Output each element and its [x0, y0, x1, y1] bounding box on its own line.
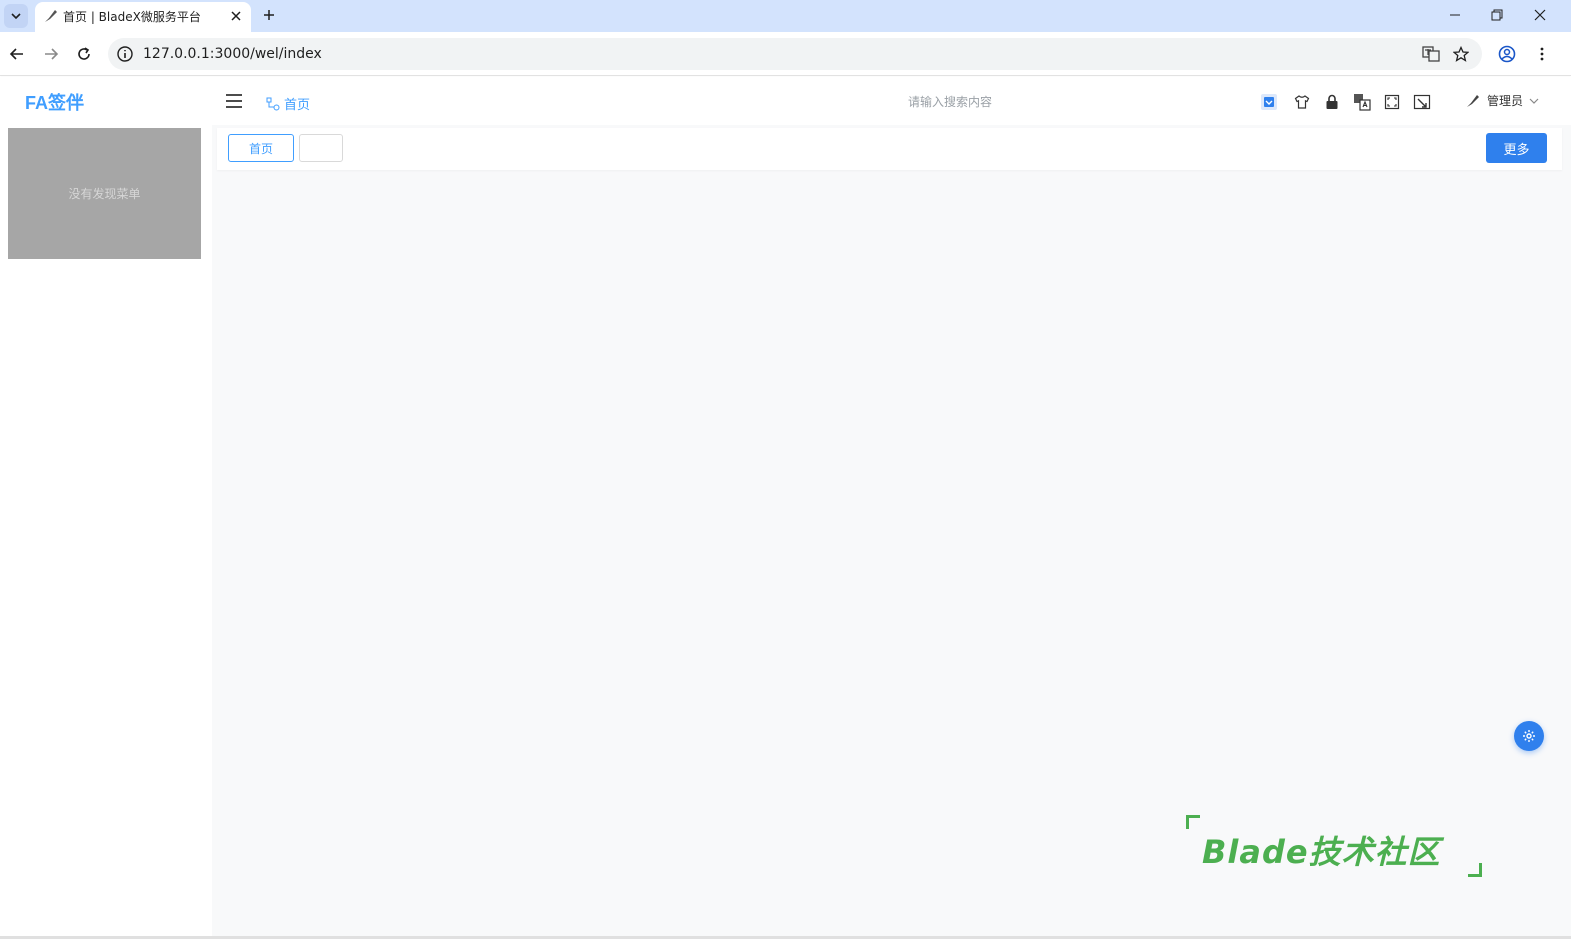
new-tab-button[interactable]: [258, 4, 280, 26]
watermark-corner-top-left: [1186, 815, 1200, 829]
close-icon: [1534, 9, 1546, 21]
translate-page-button[interactable]: [1421, 44, 1441, 64]
tab-title: 首页 | BladeX微服务平台: [63, 10, 201, 24]
restore-button[interactable]: [1484, 4, 1510, 26]
tab-search-button[interactable]: [4, 4, 28, 28]
gear-icon: [1523, 730, 1535, 742]
arrow-left-icon: [9, 48, 23, 60]
close-window-button[interactable]: [1527, 4, 1553, 26]
browser-menu-button[interactable]: [1530, 42, 1554, 66]
tags-bar: 首页 更多: [217, 128, 1562, 170]
theme-color-icon: [1261, 94, 1277, 110]
plus-icon: [264, 10, 274, 20]
site-info-icon[interactable]: [116, 45, 134, 63]
breadcrumb[interactable]: 首页: [266, 94, 310, 113]
watermark-corner-bottom-right: [1468, 863, 1482, 877]
lock-icon: [1326, 94, 1338, 109]
translate-icon: [1354, 94, 1371, 111]
watermark-text: Blade技术社区: [1202, 833, 1441, 871]
breadcrumb-home[interactable]: 首页: [284, 94, 310, 113]
google-translate-icon: [1422, 46, 1440, 62]
minimize-button[interactable]: [1442, 4, 1468, 26]
bookmark-button[interactable]: [1451, 44, 1471, 64]
arrow-right-icon: [45, 48, 59, 60]
more-vertical-icon: [1540, 47, 1544, 61]
tag-empty[interactable]: [299, 134, 343, 162]
minimize-icon: [1450, 14, 1460, 16]
hierarchy-icon: [266, 97, 280, 110]
lock-screen-button[interactable]: [1323, 93, 1341, 111]
star-icon: [1453, 46, 1469, 62]
account-circle-icon: [1498, 45, 1516, 63]
forward-button[interactable]: [39, 42, 63, 66]
address-bar[interactable]: 127.0.0.1:3000/wel/index: [108, 38, 1482, 70]
settings-fab[interactable]: [1514, 721, 1544, 751]
sidebar-empty-message: 没有发现菜单: [8, 128, 201, 259]
restore-icon: [1491, 9, 1503, 21]
search-input[interactable]: 请输入搜索内容: [850, 93, 1050, 110]
reload-icon: [78, 47, 90, 60]
main-content: 首页 更多 Blade技术社区: [212, 125, 1571, 937]
browser-toolbar: 127.0.0.1:3000/wel/index: [0, 32, 1571, 76]
browser-tab-strip: 首页 | BladeX微服务平台: [0, 0, 1571, 32]
close-icon: [231, 11, 241, 21]
chevron-down-icon: [11, 13, 21, 20]
sidebar: 没有发现菜单: [0, 125, 212, 937]
fullscreen-icon: [1384, 94, 1400, 110]
user-dropdown[interactable]: 管理员: [1465, 92, 1539, 109]
menu-toggle-icon[interactable]: [224, 91, 244, 111]
reload-button[interactable]: [72, 42, 96, 66]
watermark-logo: Blade技术社区: [1186, 815, 1482, 877]
app-logo[interactable]: FA签伴: [25, 89, 84, 115]
tag-home[interactable]: 首页: [228, 134, 294, 162]
theme-color-button[interactable]: [1260, 93, 1278, 111]
tab-close-button[interactable]: [227, 7, 245, 25]
more-button[interactable]: 更多: [1486, 133, 1547, 163]
url-text[interactable]: 127.0.0.1:3000/wel/index: [143, 46, 322, 62]
browser-tab[interactable]: 首页 | BladeX微服务平台: [35, 2, 251, 32]
screenshot-icon: [1413, 94, 1431, 110]
back-button[interactable]: [5, 42, 29, 66]
fullscreen-button[interactable]: [1383, 93, 1401, 111]
avatar-brush-icon: [1467, 94, 1479, 107]
user-name[interactable]: 管理员: [1487, 92, 1523, 109]
app-header: FA签伴 首页 请输入搜索内容 管理员: [0, 77, 1571, 125]
screenshot-button[interactable]: [1413, 93, 1431, 111]
favicon-brush-icon: [45, 10, 57, 22]
chevron-down-icon: [1529, 98, 1539, 104]
theme-button[interactable]: [1293, 93, 1311, 111]
shirt-icon: [1294, 95, 1310, 109]
language-button[interactable]: [1353, 93, 1371, 111]
profile-button[interactable]: [1495, 42, 1519, 66]
